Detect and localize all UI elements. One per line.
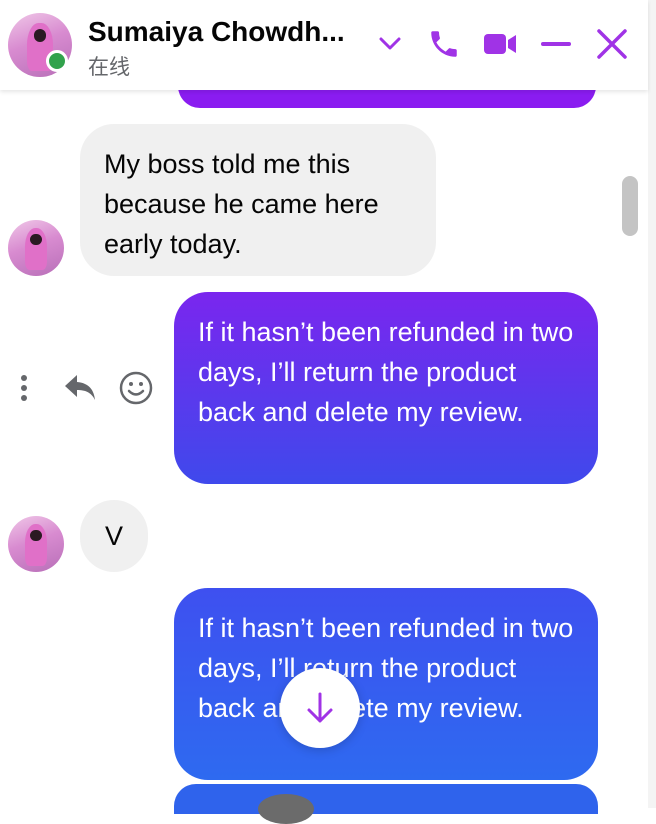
contact-avatar[interactable] (8, 516, 64, 572)
bottom-peek-element (258, 794, 314, 824)
chevron-down-icon[interactable] (374, 28, 406, 60)
more-options-icon[interactable] (10, 372, 38, 404)
outgoing-message-bubble[interactable]: If it hasn’t been refunded in two days, … (174, 588, 598, 780)
incoming-message-bubble[interactable]: V (80, 500, 148, 572)
close-icon[interactable] (592, 24, 632, 64)
next-message-bubble[interactable] (174, 784, 598, 814)
incoming-message-bubble[interactable]: My boss told me this because he came her… (80, 124, 436, 276)
contact-avatar[interactable] (8, 220, 64, 276)
online-status-dot (46, 50, 68, 72)
contact-status: 在线 (88, 56, 130, 79)
window-edge (648, 0, 656, 808)
outgoing-message-bubble[interactable]: If it hasn’t been refunded in two days, … (174, 292, 598, 484)
scroll-to-bottom-button[interactable] (280, 668, 360, 748)
emoji-icon[interactable] (118, 370, 154, 406)
minimize-icon[interactable] (536, 24, 576, 64)
chat-header: Sumaiya Chowdh... 在线 (0, 0, 648, 90)
contact-name[interactable]: Sumaiya Chowdh... (88, 16, 345, 48)
reply-icon[interactable] (62, 370, 98, 406)
video-icon[interactable] (480, 24, 520, 64)
scrollbar-thumb[interactable] (622, 176, 638, 236)
phone-icon[interactable] (424, 24, 464, 64)
arrow-down-icon (307, 692, 333, 723)
